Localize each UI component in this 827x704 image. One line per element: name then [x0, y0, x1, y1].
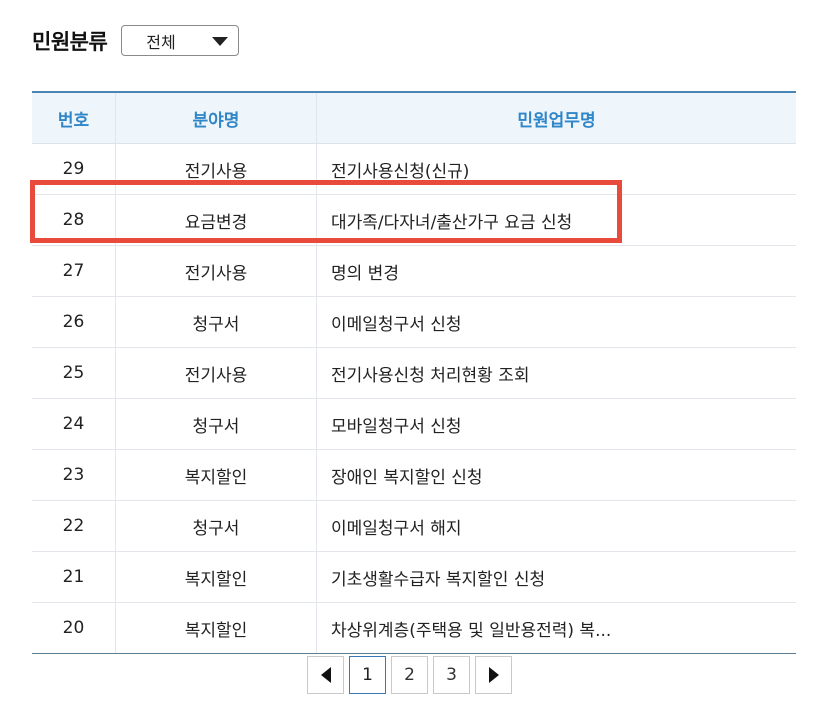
complaint-table: 번호 분야명 민원업무명 29 전기사용 전기사용신청(신규) 28 요금변경 … [32, 91, 796, 654]
table-row[interactable]: 26 청구서 이메일청구서 신청 [32, 296, 796, 348]
row-number: 28 [32, 194, 116, 246]
row-category: 청구서 [115, 398, 317, 450]
table-row[interactable]: 27 전기사용 명의 변경 [32, 245, 796, 297]
row-category: 청구서 [115, 296, 317, 348]
row-category: 복지할인 [115, 449, 317, 501]
triangle-right-icon [488, 667, 499, 683]
category-select[interactable]: 전체 [121, 25, 240, 56]
page-button-2[interactable]: 2 [391, 656, 428, 694]
table-row[interactable]: 22 청구서 이메일청구서 해지 [32, 500, 796, 552]
table-row[interactable]: 23 복지할인 장애인 복지할인 신청 [32, 449, 796, 501]
row-number: 20 [32, 602, 116, 654]
row-task-link[interactable]: 전기사용신청(신규) [316, 143, 796, 195]
row-category: 요금변경 [115, 194, 317, 246]
prev-page-button[interactable] [307, 656, 344, 694]
row-task-link[interactable]: 기초생활수급자 복지할인 신청 [316, 551, 796, 603]
row-number: 24 [32, 398, 116, 450]
row-category: 전기사용 [115, 245, 317, 297]
row-category: 복지할인 [115, 602, 317, 654]
row-task-link[interactable]: 대가족/다자녀/출산가구 요금 신청 [316, 194, 796, 246]
chevron-down-icon [212, 37, 229, 46]
row-number: 29 [32, 143, 116, 195]
row-task-link[interactable]: 장애인 복지할인 신청 [316, 449, 796, 501]
row-number: 23 [32, 449, 116, 501]
page-button-1[interactable]: 1 [349, 656, 386, 694]
table-row[interactable]: 24 청구서 모바일청구서 신청 [32, 398, 796, 450]
table-row[interactable]: 20 복지할인 차상위계층(주택용 및 일반용전력) 복... [32, 602, 796, 654]
header-number: 번호 [32, 91, 116, 144]
table-row[interactable]: 25 전기사용 전기사용신청 처리현황 조회 [32, 347, 796, 399]
row-category: 청구서 [115, 500, 317, 552]
row-task-link[interactable]: 모바일청구서 신청 [316, 398, 796, 450]
next-page-button[interactable] [475, 656, 512, 694]
row-task-link[interactable]: 차상위계층(주택용 및 일반용전력) 복... [316, 602, 796, 654]
pagination: 1 2 3 [307, 656, 512, 694]
row-task-link[interactable]: 명의 변경 [316, 245, 796, 297]
row-number: 21 [32, 551, 116, 603]
row-task-link[interactable]: 이메일청구서 해지 [316, 500, 796, 552]
row-number: 27 [32, 245, 116, 297]
filter-label: 민원분류 [32, 29, 108, 54]
table-row[interactable]: 29 전기사용 전기사용신청(신규) [32, 143, 796, 195]
table-row[interactable]: 21 복지할인 기초생활수급자 복지할인 신청 [32, 551, 796, 603]
row-category: 복지할인 [115, 551, 317, 603]
row-category: 전기사용 [115, 347, 317, 399]
category-select-value: 전체 [146, 32, 176, 52]
row-category: 전기사용 [115, 143, 317, 195]
row-number: 22 [32, 500, 116, 552]
table-header-row: 번호 분야명 민원업무명 [32, 91, 796, 144]
row-task-link[interactable]: 전기사용신청 처리현황 조회 [316, 347, 796, 399]
row-number: 25 [32, 347, 116, 399]
triangle-left-icon [320, 667, 331, 683]
table-row[interactable]: 28 요금변경 대가족/다자녀/출산가구 요금 신청 [32, 194, 796, 246]
page-button-3[interactable]: 3 [433, 656, 470, 694]
row-number: 26 [32, 296, 116, 348]
header-category: 분야명 [115, 91, 317, 144]
row-task-link[interactable]: 이메일청구서 신청 [316, 296, 796, 348]
header-task-name: 민원업무명 [316, 91, 796, 144]
complaint-category-filter: 민원분류 전체 [32, 25, 240, 56]
